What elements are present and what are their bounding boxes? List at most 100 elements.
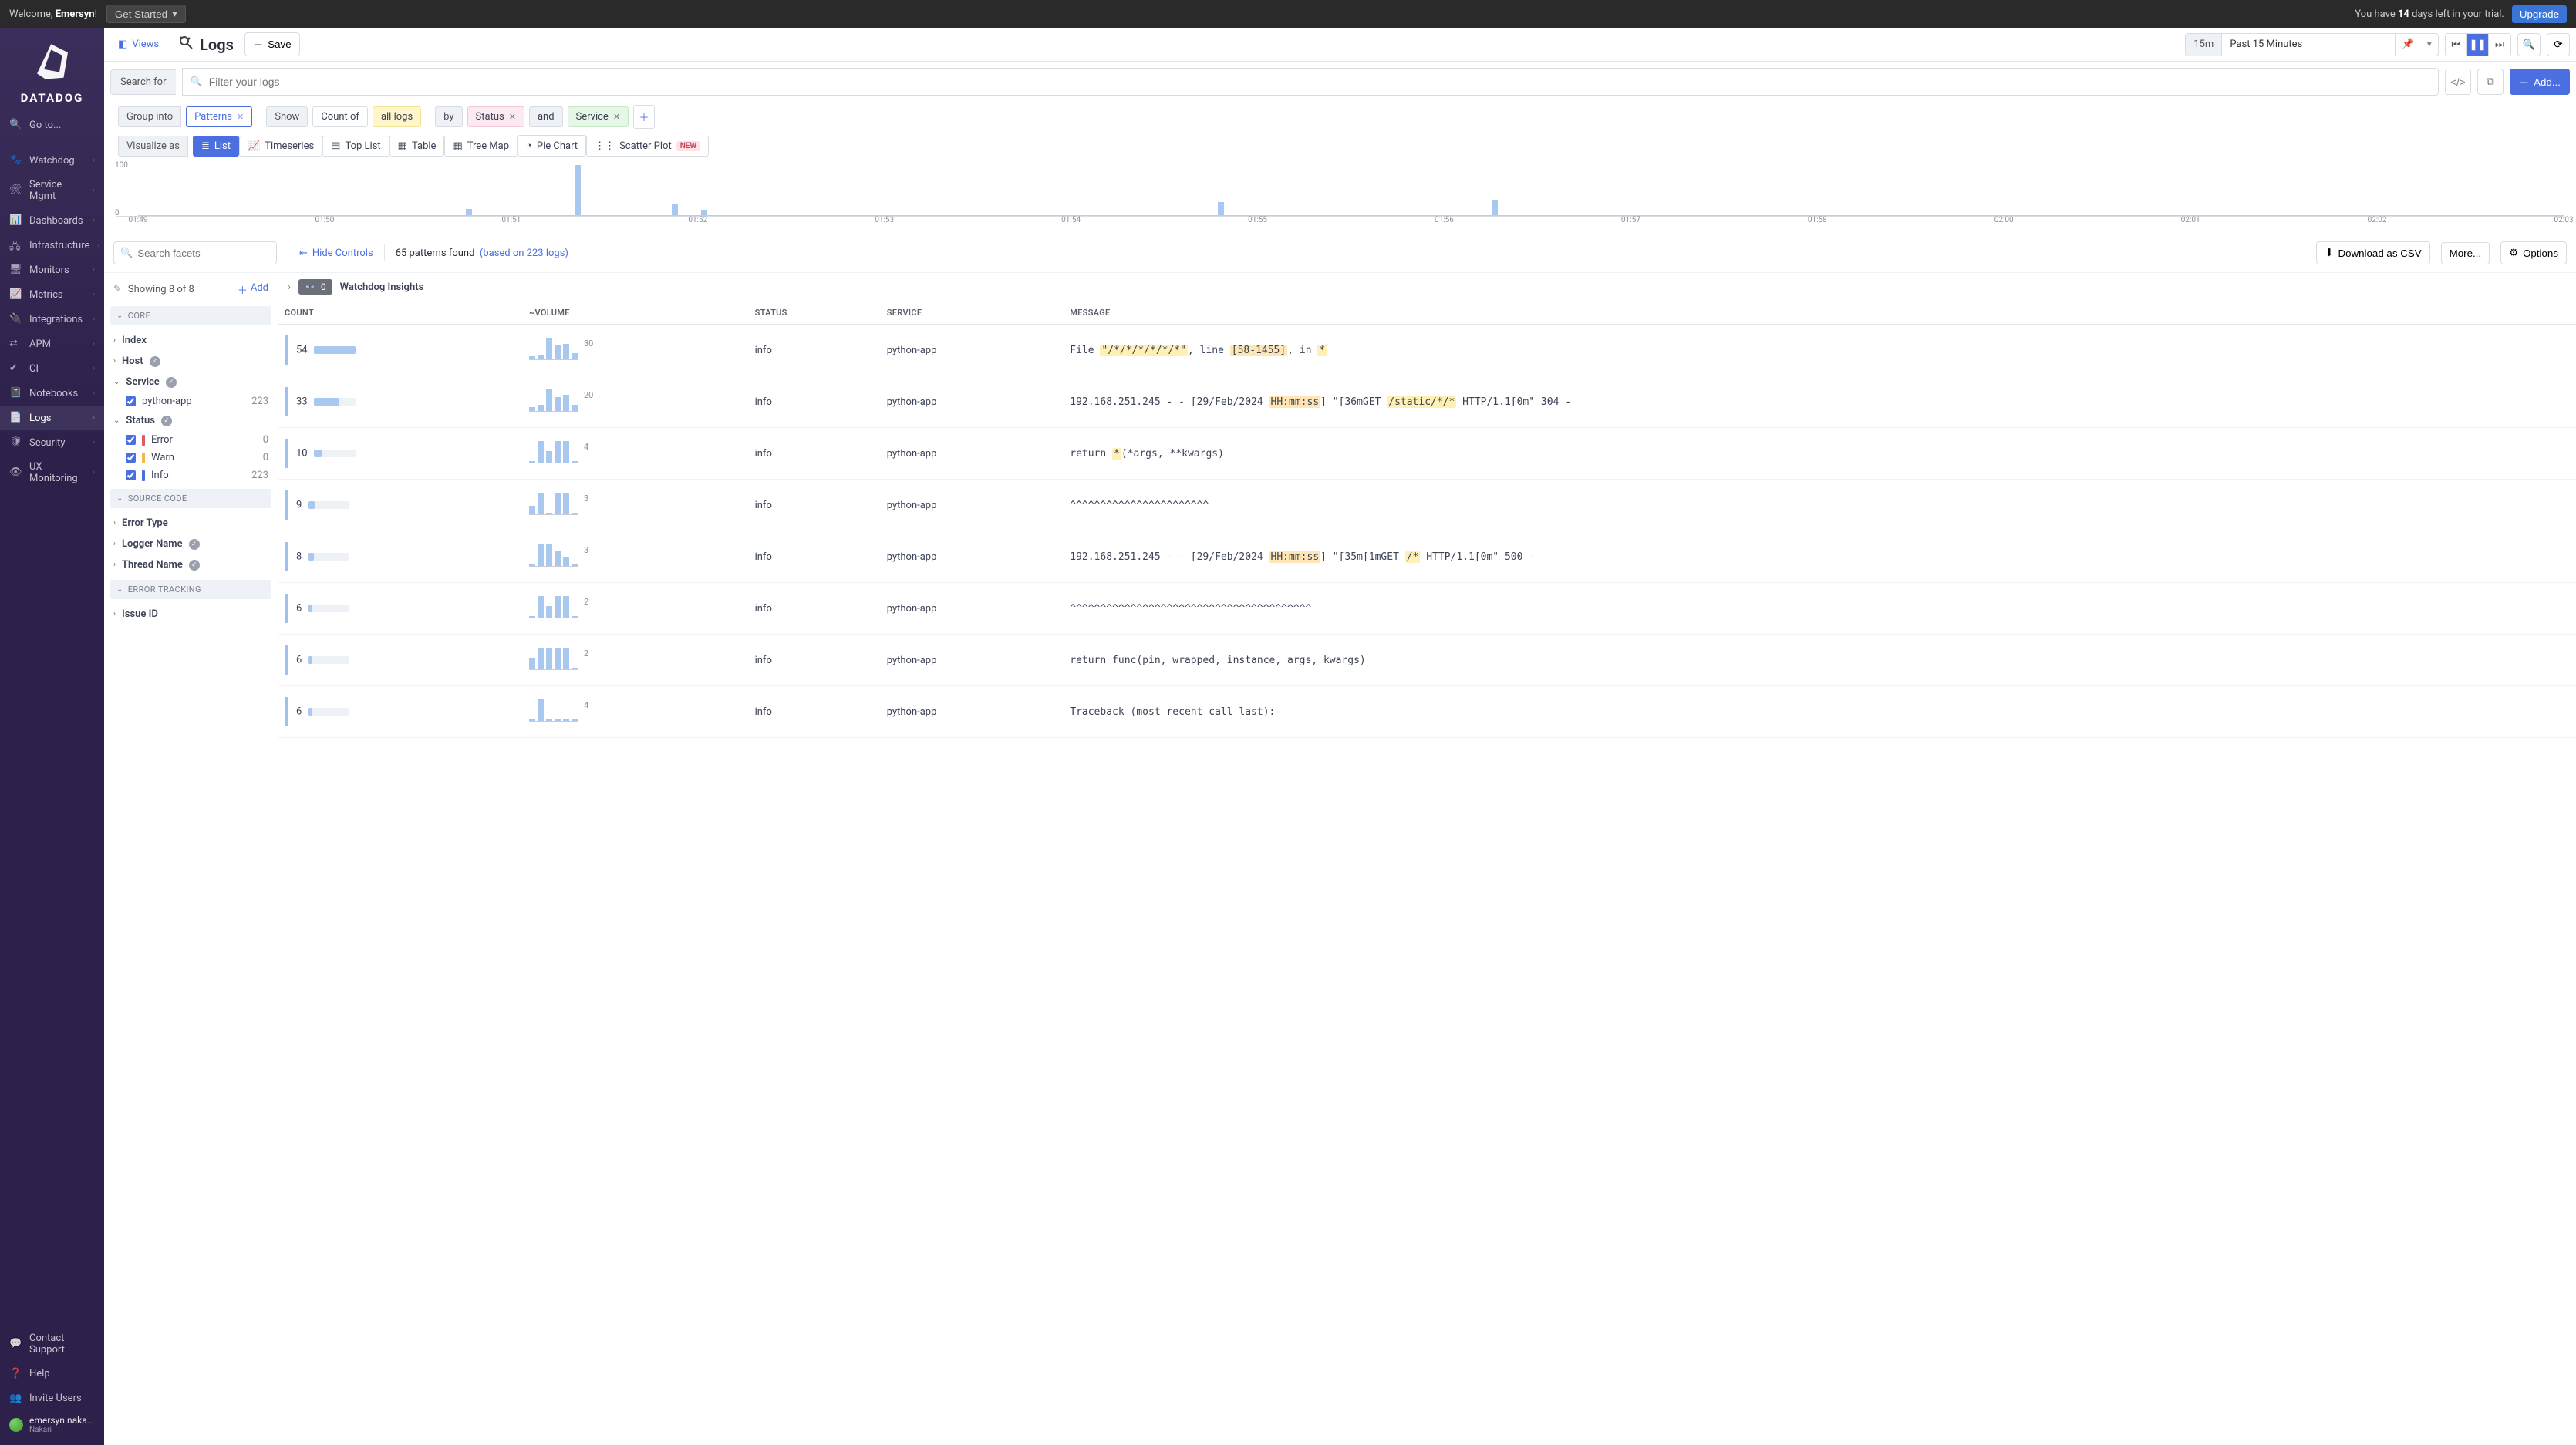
watchdog-insights[interactable]: › 👓 0 Watchdog Insights bbox=[278, 273, 2576, 301]
by-status-chip[interactable]: Status ✕ bbox=[467, 106, 524, 127]
nav-item-metrics[interactable]: 📈Metrics› bbox=[0, 282, 104, 307]
viz-timeseries[interactable]: 📈Timeseries bbox=[239, 136, 322, 157]
facet-value[interactable]: Warn0 bbox=[110, 449, 271, 467]
all-logs-chip[interactable]: all logs bbox=[373, 106, 421, 127]
col-count[interactable]: COUNT bbox=[278, 301, 523, 325]
pencil-icon[interactable]: ✎ bbox=[113, 284, 122, 295]
pattern-row[interactable]: 62infopython-app^^^^^^^^^^^^^^^^^^^^^^^^… bbox=[278, 583, 2576, 635]
facet-logger-name[interactable]: ›Logger Name✓ bbox=[110, 534, 271, 554]
add-group-button[interactable]: ＋ bbox=[633, 105, 655, 129]
facet-checkbox[interactable] bbox=[126, 396, 136, 406]
viz-pie-chart[interactable]: ◔Pie Chart bbox=[518, 135, 586, 157]
search-input[interactable] bbox=[209, 76, 2430, 88]
nav-item-notebooks[interactable]: 📓Notebooks› bbox=[0, 381, 104, 406]
nav-item-logs[interactable]: 📄Logs› bbox=[0, 406, 104, 430]
viz-scatter-plot[interactable]: ⋮⋮Scatter PlotNEW bbox=[586, 136, 709, 157]
facet-checkbox[interactable] bbox=[126, 453, 136, 463]
chart-bar[interactable] bbox=[1492, 200, 1498, 215]
nav-item-ux-monitoring[interactable]: 👁UX Monitoring› bbox=[0, 455, 104, 490]
pattern-row[interactable]: 3320infopython-app192.168.251.245 - - [2… bbox=[278, 376, 2576, 428]
chart-bar[interactable] bbox=[1218, 202, 1224, 215]
facet-checkbox[interactable] bbox=[126, 435, 136, 445]
facet-error-type[interactable]: ›Error Type bbox=[110, 513, 271, 534]
close-icon[interactable]: ✕ bbox=[509, 112, 516, 122]
facet-issue-id[interactable]: ›Issue ID bbox=[110, 604, 271, 625]
facet-value[interactable]: Error0 bbox=[110, 431, 271, 449]
caret-down-icon[interactable]: ▾ bbox=[2420, 39, 2438, 50]
open-search-button[interactable]: 🔍 bbox=[2517, 33, 2541, 56]
step-back-button[interactable]: ⏮ bbox=[2446, 34, 2467, 56]
chevron-right-icon[interactable]: › bbox=[288, 281, 291, 293]
close-icon[interactable]: ✕ bbox=[237, 112, 244, 122]
pattern-row[interactable]: 104infopython-appreturn *(*args, **kwarg… bbox=[278, 428, 2576, 480]
copy-button[interactable]: ⧉ bbox=[2477, 69, 2504, 95]
chart-bar[interactable] bbox=[466, 209, 472, 215]
logo[interactable]: DATADOG bbox=[0, 28, 104, 113]
pause-button[interactable]: ❚❚ bbox=[2467, 34, 2489, 56]
add-button[interactable]: ＋ Add... bbox=[2510, 69, 2570, 95]
nav-bottom-invite-users[interactable]: 👥Invite Users bbox=[0, 1386, 104, 1411]
col-service[interactable]: SERVICE bbox=[881, 301, 1064, 325]
nav-item-integrations[interactable]: 🔌Integrations› bbox=[0, 307, 104, 332]
nav-bottom-help[interactable]: ❓Help bbox=[0, 1362, 104, 1386]
facet-value[interactable]: python-app223 bbox=[110, 392, 271, 410]
viz-table[interactable]: ▦Table bbox=[389, 136, 445, 157]
facet-value[interactable]: Info223 bbox=[110, 467, 271, 484]
chart-bar[interactable] bbox=[672, 204, 678, 215]
facets-add-button[interactable]: ＋ Add bbox=[238, 282, 268, 297]
pattern-row[interactable]: 93infopython-app^^^^^^^^^^^^^^^^^^^^^^^ bbox=[278, 480, 2576, 531]
hide-controls-button[interactable]: ⇤ Hide Controls bbox=[299, 248, 373, 259]
viz-top-list[interactable]: ▤Top List bbox=[322, 136, 389, 157]
viz-tree-map[interactable]: ▦Tree Map bbox=[444, 136, 518, 157]
based-on-link[interactable]: (based on 223 logs) bbox=[480, 248, 568, 259]
download-csv-button[interactable]: ⬇ Download as CSV bbox=[2316, 241, 2429, 264]
pin-icon[interactable]: 📌 bbox=[2395, 34, 2420, 56]
pattern-row[interactable]: 62infopython-appreturn func(pin, wrapped… bbox=[278, 635, 2576, 686]
nav-item-watchdog[interactable]: 🐾Watchdog› bbox=[0, 148, 104, 173]
step-forward-button[interactable]: ⏭ bbox=[2489, 34, 2510, 56]
count-of-chip[interactable]: Count of bbox=[312, 106, 368, 127]
refresh-button[interactable]: ⟳ bbox=[2547, 33, 2570, 56]
col-volume[interactable]: ~VOLUME bbox=[523, 301, 749, 325]
facet-service[interactable]: ⌄Service✓ bbox=[110, 372, 271, 392]
nav-user[interactable]: emersyn.naka... Nakari bbox=[0, 1411, 104, 1439]
nav-goto[interactable]: 🔍 Go to... bbox=[0, 113, 104, 137]
facet-status[interactable]: ⌄Status✓ bbox=[110, 410, 271, 431]
col-message[interactable]: MESSAGE bbox=[1064, 301, 2576, 325]
chart-bar[interactable] bbox=[701, 210, 707, 215]
facet-group-source-code[interactable]: ⌄SOURCE CODE bbox=[110, 489, 271, 508]
facet-index[interactable]: ›Index bbox=[110, 330, 271, 351]
nav-bottom-contact-support[interactable]: 💬Contact Support bbox=[0, 1326, 104, 1362]
get-started-button[interactable]: Get Started ▾ bbox=[106, 5, 186, 23]
nav-item-infrastructure[interactable]: 🖧Infrastructure› bbox=[0, 233, 104, 258]
by-service-chip[interactable]: Service ✕ bbox=[568, 106, 629, 127]
pattern-row[interactable]: 5430infopython-appFile "/*/*/*/*/*/*", l… bbox=[278, 325, 2576, 376]
nav-item-dashboards[interactable]: 📊Dashboards› bbox=[0, 208, 104, 233]
more-button[interactable]: More... bbox=[2441, 242, 2490, 264]
options-button[interactable]: ⚙ Options bbox=[2500, 241, 2567, 264]
nav-item-security[interactable]: 🛡Security› bbox=[0, 430, 104, 455]
col-status[interactable]: STATUS bbox=[749, 301, 881, 325]
time-range[interactable]: 15m Past 15 Minutes 📌 ▾ bbox=[2185, 33, 2439, 56]
facet-search[interactable]: 🔍 bbox=[113, 241, 277, 264]
nav-item-ci[interactable]: ✔CI› bbox=[0, 356, 104, 381]
code-mode-button[interactable]: </> bbox=[2445, 69, 2471, 95]
nav-item-monitors[interactable]: 🖥Monitors› bbox=[0, 258, 104, 282]
views-button[interactable]: ◧ Views bbox=[110, 28, 167, 61]
nav-item-service-mgmt[interactable]: 🛠Service Mgmt› bbox=[0, 173, 104, 208]
facet-group-error-tracking[interactable]: ⌄ERROR TRACKING bbox=[110, 580, 271, 599]
facet-thread-name[interactable]: ›Thread Name✓ bbox=[110, 554, 271, 575]
facet-search-input[interactable] bbox=[137, 248, 274, 259]
close-icon[interactable]: ✕ bbox=[613, 112, 620, 122]
pattern-row[interactable]: 83infopython-app192.168.251.245 - - [29/… bbox=[278, 531, 2576, 583]
facet-group-core[interactable]: ⌄CORE bbox=[110, 306, 271, 325]
patterns-chip[interactable]: Patterns ✕ bbox=[186, 106, 252, 127]
pattern-row[interactable]: 64infopython-appTraceback (most recent c… bbox=[278, 686, 2576, 738]
save-button[interactable]: ＋ Save bbox=[244, 32, 300, 56]
search-input-wrap[interactable]: 🔍 bbox=[182, 68, 2439, 96]
upgrade-button[interactable]: Upgrade bbox=[2512, 5, 2567, 23]
facet-checkbox[interactable] bbox=[126, 470, 136, 480]
chart-bar[interactable] bbox=[575, 165, 581, 215]
nav-item-apm[interactable]: ⇄APM› bbox=[0, 332, 104, 356]
viz-list[interactable]: ≣List bbox=[193, 136, 239, 157]
